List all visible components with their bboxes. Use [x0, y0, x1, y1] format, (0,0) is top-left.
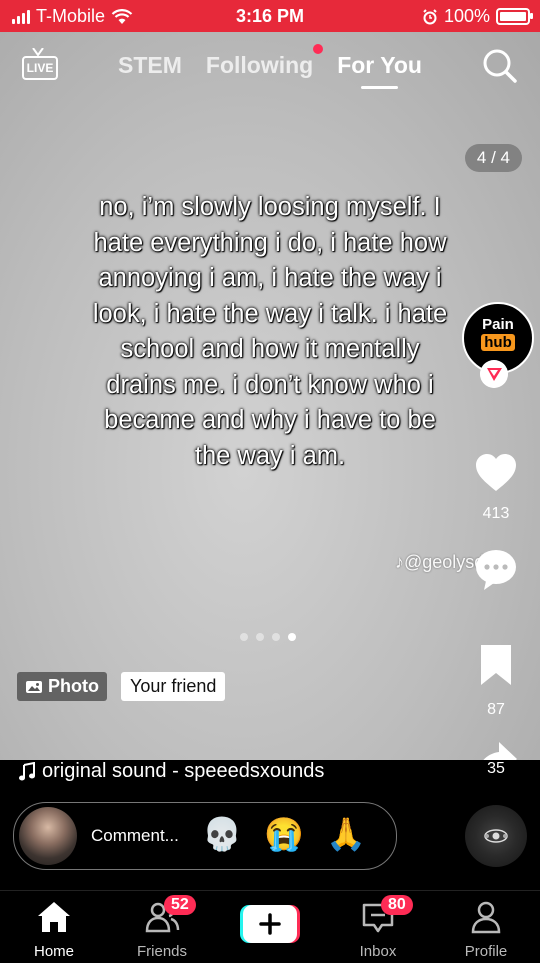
- share-count: 35: [487, 760, 505, 777]
- nav-friends-label: Friends: [136, 943, 188, 960]
- user-avatar: [19, 807, 77, 865]
- live-label: LIVE: [22, 56, 58, 80]
- bottom-nav: Home Friends 52 Inbox 80 Profile: [0, 890, 540, 963]
- nav-profile-label: Profile: [464, 943, 508, 960]
- heart-icon: [476, 454, 516, 491]
- tab-following-label: Following: [205, 52, 314, 78]
- search-icon[interactable]: [482, 48, 518, 84]
- sound-name: original sound - speeedsxounds: [42, 760, 325, 782]
- carousel-dot: [272, 633, 280, 641]
- sound-link[interactable]: original sound - speeedsxounds: [18, 760, 324, 783]
- comment-input[interactable]: Comment...: [91, 826, 179, 846]
- friends-badge: 52: [164, 895, 196, 915]
- profile-icon: [471, 901, 501, 934]
- image-icon: [26, 680, 42, 693]
- tab-following[interactable]: Following: [205, 44, 324, 79]
- carousel-dot: [256, 633, 264, 641]
- home-icon: [38, 902, 70, 932]
- nav-profile[interactable]: Profile: [441, 899, 531, 960]
- friend-tag[interactable]: Your friend: [121, 672, 226, 701]
- top-nav: LIVE STEM Following For You: [0, 32, 540, 102]
- tiktok-logo-icon: ♪: [395, 552, 404, 572]
- alarm-icon: [423, 8, 437, 24]
- photo-tag-label: Photo: [48, 676, 99, 696]
- crying-emoji-button[interactable]: 😭: [264, 815, 304, 853]
- like-button[interactable]: 413: [458, 450, 534, 523]
- music-note-icon: [19, 761, 35, 780]
- pray-emoji-button[interactable]: 🙏: [326, 815, 366, 853]
- battery-icon: [496, 8, 533, 25]
- carousel-dots: [240, 633, 296, 641]
- carousel-dot-active: [288, 633, 296, 641]
- bookmark-count: 87: [487, 701, 505, 718]
- active-tab-underline: [361, 86, 398, 89]
- carousel-dot: [240, 633, 248, 641]
- inbox-badge: 80: [381, 895, 413, 915]
- avatar-text-line1: Pain: [482, 316, 514, 333]
- share-button[interactable]: [458, 738, 534, 760]
- feed-tabs: STEM Following For You: [118, 44, 422, 89]
- nav-inbox-label: Inbox: [359, 943, 397, 960]
- sound-disc[interactable]: [465, 805, 527, 867]
- battery-percent: 100%: [443, 6, 490, 26]
- like-count: 413: [482, 505, 510, 522]
- tab-stem[interactable]: STEM: [118, 52, 182, 79]
- tab-for-you-label: For You: [337, 52, 422, 78]
- photo-counter: 4 / 4: [464, 144, 522, 172]
- live-button[interactable]: LIVE: [22, 48, 58, 80]
- nav-home[interactable]: Home: [9, 899, 99, 960]
- photo-tag[interactable]: Photo: [17, 672, 107, 701]
- bookmark-icon: [481, 645, 511, 685]
- status-right: 100%: [422, 6, 533, 27]
- share-arrow-icon: [483, 742, 517, 760]
- post-caption: no, i’m slowly loosing myself. I hate ev…: [92, 193, 448, 470]
- nav-home-label: Home: [33, 943, 74, 960]
- bookmark-button[interactable]: 87: [458, 642, 534, 719]
- comment-button[interactable]: [458, 546, 534, 597]
- sound-row: original sound - speeedsxounds 35: [0, 760, 540, 800]
- avatar-text-line2: hub: [481, 334, 515, 351]
- disc-art-icon: [484, 829, 508, 843]
- status-bar: T-Mobile 3:16 PM 100%: [0, 0, 540, 32]
- skull-emoji-button[interactable]: 💀: [202, 815, 242, 853]
- post-view[interactable]: LIVE STEM Following For You 4 / 4 no, i’…: [0, 32, 540, 760]
- tab-for-you[interactable]: For You: [337, 52, 422, 89]
- antenna-icon: [32, 48, 44, 56]
- follow-button[interactable]: [480, 360, 508, 388]
- create-post-button[interactable]: [240, 905, 300, 943]
- comment-bar[interactable]: Comment... 💀 😭 🙏: [13, 802, 397, 870]
- comment-icon: [476, 550, 516, 590]
- notification-dot: [313, 44, 324, 54]
